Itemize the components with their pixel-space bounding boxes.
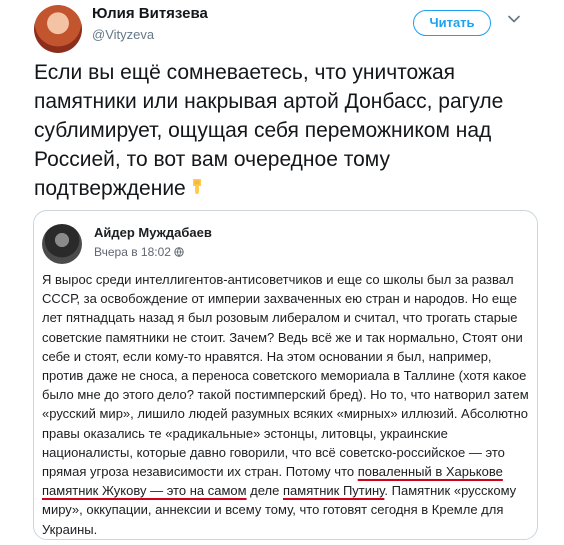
underlined-highlight-2: памятник Путину [283,483,385,499]
tweet-text: Если вы ещё сомневаетесь, что уничтожая … [34,58,539,203]
post-timestamp-text: Вчера в 18:02 [94,245,171,259]
post-timestamp: Вчера в 18:02 [94,245,184,259]
post-text-before: Я вырос среди интеллигентов-антисоветчик… [42,272,529,480]
post-author-avatar [42,224,82,264]
globe-icon [174,247,184,257]
author-name[interactable]: Юлия Витязева [92,5,208,22]
tweet-body: Если вы ещё сомневаетесь, что уничтожая … [34,61,504,200]
post-author-name: Айдер Муждабаев [94,225,212,240]
pointing-down-emoji-icon [192,179,201,194]
post-text-middle: деле [246,483,283,499]
author-avatar[interactable] [34,5,82,53]
post-text: Я вырос среди интеллигентов-антисоветчик… [42,270,532,539]
author-handle[interactable]: @Vityzeva [92,27,154,42]
follow-button[interactable]: Читать [413,10,491,36]
chevron-down-icon[interactable] [507,12,521,26]
